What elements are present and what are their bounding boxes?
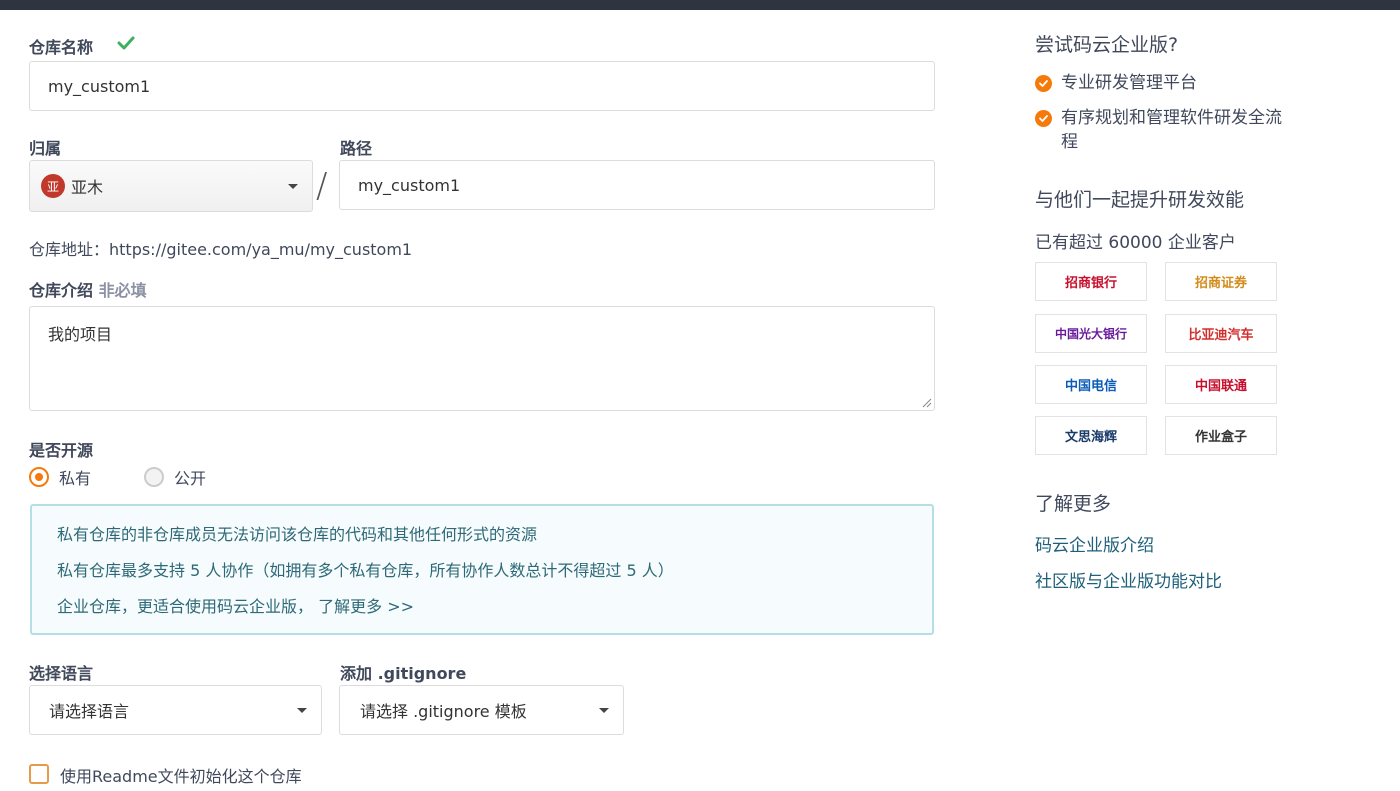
enterprise-intro-link[interactable]: 码云企业版介绍 (1035, 531, 1154, 556)
feature-text: 专业研发管理平台 (1061, 73, 1197, 93)
check-circle-icon (1035, 75, 1052, 92)
path-input[interactable]: my_custom1 (339, 160, 935, 210)
owner-label: 归属 (29, 139, 62, 158)
intro-label: 仓库介绍 非必填 (29, 277, 147, 301)
chevron-down-icon (288, 184, 298, 189)
private-repo-info-box: 私有仓库的非仓库成员无法访问该仓库的代码和其他任何形式的资源 私有仓库最多支持 … (30, 504, 934, 635)
check-icon (117, 36, 135, 50)
owner-select-value: 亚木 (71, 178, 104, 197)
repo-name-input[interactable]: my_custom1 (29, 61, 935, 111)
learn-more-link[interactable]: 了解更多 >> (318, 597, 414, 616)
path-separator: / (316, 166, 328, 206)
language-label: 选择语言 (29, 664, 94, 683)
info-line: 私有仓库最多支持 5 人协作（如拥有多个私有仓库，所有协作人数总计不得超过 5 … (57, 561, 674, 580)
readme-checkbox[interactable] (29, 764, 49, 784)
feature-item: 专业研发管理平台 (1035, 71, 1197, 95)
readme-checkbox-label[interactable]: 使用Readme文件初始化这个仓库 (60, 763, 302, 787)
path-label: 路径 (340, 139, 373, 158)
customer-logo-unicom: 中国联通 (1165, 365, 1277, 404)
info-line: 私有仓库的非仓库成员无法访问该仓库的代码和其他任何形式的资源 (57, 525, 538, 544)
info-line-enterprise: 企业仓库，更适合使用码云企业版， 了解更多 >> (57, 592, 932, 628)
feature-text: 有序规划和管理软件研发全流程 (1061, 108, 1282, 152)
intro-textarea[interactable]: 我的项目 (29, 306, 935, 411)
customer-logo-ceb: 中国光大银行 (1035, 314, 1147, 353)
chevron-down-icon (599, 708, 609, 713)
intro-label-text: 仓库介绍 (29, 281, 94, 300)
repo-address-text: 仓库地址：https://gitee.com/ya_mu/my_custom1 (29, 240, 413, 259)
customer-logo-pactera: 文思海辉 (1035, 416, 1147, 455)
intro-textarea-value: 我的项目 (48, 325, 113, 344)
customer-logo-byd: 比亚迪汽车 (1165, 314, 1277, 353)
radio-private[interactable]: 私有 (29, 465, 91, 489)
radio-unchecked-icon[interactable] (144, 467, 164, 487)
learn-more-title: 了解更多 (1035, 493, 1112, 515)
repo-name-label: 仓库名称 (29, 38, 94, 57)
info-line: 企业仓库，更适合使用码云企业版， (57, 597, 314, 616)
check-circle-icon (1035, 110, 1052, 127)
gitignore-select-value: 请选择 .gitignore 模板 (360, 702, 527, 721)
customers-count-text: 已有超过 60000 企业客户 (1035, 233, 1236, 253)
top-nav-bar (0, 0, 1400, 10)
chevron-down-icon (297, 708, 307, 713)
try-enterprise-title: 尝试码云企业版? (1035, 34, 1179, 56)
radio-private-label: 私有 (59, 469, 92, 488)
gitignore-label: 添加 .gitignore (340, 664, 467, 683)
customer-logo-cmb: 招商银行 (1035, 262, 1147, 301)
edition-compare-link[interactable]: 社区版与企业版功能对比 (1035, 567, 1222, 592)
language-select[interactable]: 请选择语言 (29, 685, 322, 735)
gitignore-select[interactable]: 请选择 .gitignore 模板 (339, 685, 624, 735)
owner-select[interactable]: 亚 亚木 (29, 160, 313, 212)
language-select-value: 请选择语言 (49, 702, 130, 721)
avatar: 亚 (41, 174, 65, 198)
optional-tag: 非必填 (98, 281, 147, 300)
radio-public[interactable]: 公开 (144, 465, 206, 489)
radio-public-label: 公开 (174, 469, 207, 488)
together-title: 与他们一起提升研发效能 (1035, 189, 1245, 211)
customer-logo-zuoyehezi: 作业盒子 (1165, 416, 1277, 455)
feature-item: 有序规划和管理软件研发全流程 (1035, 106, 1285, 154)
customer-logo-cms: 招商证券 (1165, 262, 1277, 301)
open-source-label: 是否开源 (29, 441, 94, 460)
customer-logo-telecom: 中国电信 (1035, 365, 1147, 404)
resize-handle-icon[interactable] (922, 398, 932, 408)
radio-checked-icon[interactable] (29, 467, 49, 487)
